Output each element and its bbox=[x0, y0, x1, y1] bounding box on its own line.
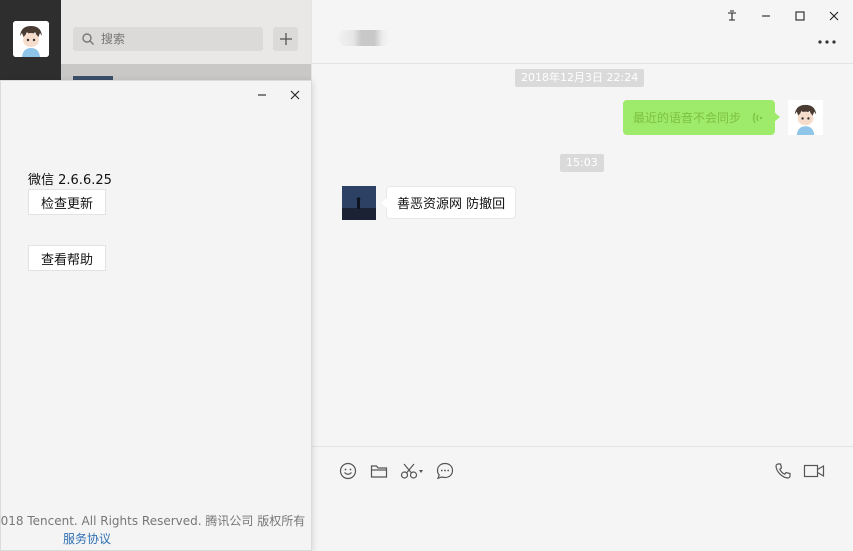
copyright-label: 2018 Tencent. All Rights Reserved. 腾讯公司 … bbox=[1, 514, 306, 528]
chat-title-blurred bbox=[338, 30, 390, 46]
message-input-area[interactable] bbox=[312, 446, 853, 551]
dialog-close-button[interactable] bbox=[287, 87, 303, 103]
search-input[interactable] bbox=[101, 32, 251, 46]
view-help-button[interactable]: 查看帮助 bbox=[28, 245, 107, 271]
contact-avatar[interactable] bbox=[342, 186, 376, 220]
version-label: 微信 2.6.6.25 bbox=[28, 173, 112, 188]
message-timestamp: 15:03 bbox=[560, 154, 604, 172]
search-icon bbox=[82, 33, 94, 45]
emoji-icon bbox=[339, 462, 357, 480]
emoji-button[interactable] bbox=[337, 461, 359, 481]
minimize-button[interactable] bbox=[758, 8, 774, 24]
video-call-button[interactable] bbox=[802, 461, 826, 481]
about-dialog: 微信 2.6.6.25 检查更新 查看帮助 2018 Tencent. All … bbox=[0, 80, 312, 551]
add-contact-button[interactable] bbox=[273, 27, 298, 51]
pin-icon[interactable] bbox=[724, 8, 740, 24]
message-text: 善恶资源网 防撤回 bbox=[397, 197, 506, 212]
dialog-minimize-button[interactable] bbox=[254, 87, 270, 103]
user-avatar[interactable] bbox=[13, 21, 49, 57]
maximize-button[interactable] bbox=[792, 8, 808, 24]
search-box[interactable] bbox=[73, 27, 263, 51]
voice-call-button[interactable] bbox=[772, 461, 794, 481]
selected-contact-item[interactable] bbox=[61, 64, 311, 80]
message-timestamp: 2018年12月3日 22:24 bbox=[515, 69, 645, 87]
sender-avatar[interactable] bbox=[788, 100, 823, 135]
send-file-button[interactable] bbox=[368, 461, 390, 481]
close-button[interactable] bbox=[826, 8, 842, 24]
voice-wave-icon bbox=[752, 112, 763, 123]
plus-icon bbox=[279, 33, 292, 45]
message-text: 最近的语音不会同步 bbox=[633, 111, 742, 125]
phone-icon bbox=[775, 463, 791, 479]
more-options-icon[interactable] bbox=[816, 32, 840, 48]
screenshot-button[interactable] bbox=[400, 461, 426, 481]
bubble-tail bbox=[774, 112, 781, 122]
copyright-text: 2018 Tencent. All Rights Reserved. 腾讯公司 … bbox=[1, 512, 311, 529]
chat-panel: 2018年12月3日 22:24 最近的语音不会同步 15:03 善恶资源网 防… bbox=[311, 0, 853, 551]
service-agreement-link[interactable]: 服务协议 bbox=[63, 530, 111, 547]
bubble-tail bbox=[381, 198, 387, 208]
chat-history-button[interactable] bbox=[434, 461, 456, 481]
folder-icon bbox=[370, 465, 388, 478]
chat-header bbox=[312, 0, 853, 64]
incoming-message[interactable]: 善恶资源网 防撤回 bbox=[381, 186, 517, 219]
outgoing-voice-message[interactable]: 最近的语音不会同步 bbox=[623, 100, 781, 135]
check-update-button[interactable]: 检查更新 bbox=[28, 189, 107, 215]
scissors-icon bbox=[400, 463, 423, 479]
video-icon bbox=[803, 464, 825, 478]
chat-bubble-icon bbox=[436, 462, 454, 480]
